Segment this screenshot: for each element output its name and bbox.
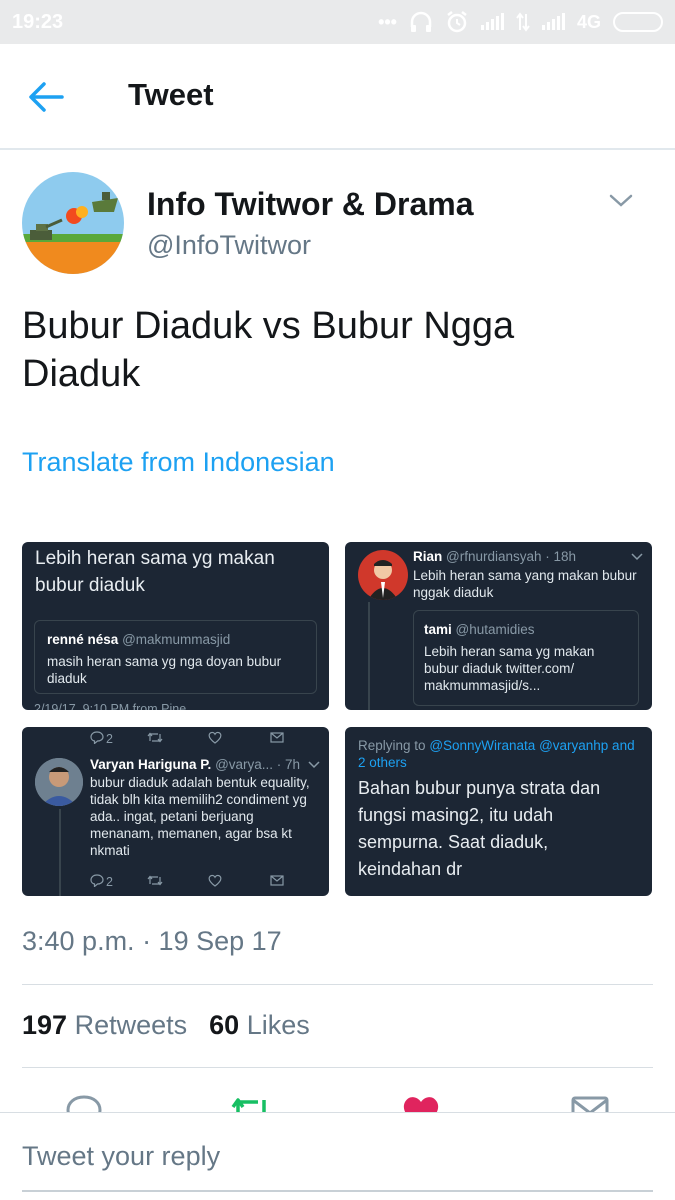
reply-input-underline — [22, 1190, 653, 1192]
quoted-handle: @hutamidies — [455, 622, 535, 637]
action-row-bottom: 2 — [22, 870, 329, 894]
headphones-icon — [409, 11, 433, 33]
retweet-button[interactable] — [230, 1094, 272, 1114]
share-dm-button[interactable] — [570, 1094, 610, 1114]
reply-handle-time: @rfnurdiansyah · 18h — [446, 549, 577, 564]
thread-line — [368, 602, 370, 710]
status-bar: 19:23 ••• 4G — [0, 0, 675, 44]
avatar — [358, 550, 408, 600]
app-header: Tweet — [0, 44, 675, 150]
divider — [22, 984, 653, 985]
quoted-text: Lebih heran sama yg makan bubur diaduk t… — [424, 644, 595, 693]
signal-icon-2 — [541, 13, 565, 30]
alarm-icon — [445, 10, 469, 34]
reply-input[interactable]: Tweet your reply — [22, 1141, 220, 1172]
likes-label: Likes — [246, 1010, 310, 1040]
reply-bar: Tweet your reply — [0, 1112, 675, 1200]
quoted-name: tami — [424, 622, 452, 637]
like-button[interactable] — [401, 1094, 441, 1114]
author-handle[interactable]: @InfoTwitwor — [147, 230, 311, 261]
reply-count: 2 — [106, 875, 113, 889]
data-transfer-icon — [516, 12, 530, 32]
media-image-3[interactable]: 2 Varyan Hariguna P. @varya... · 7h bubu… — [22, 727, 329, 896]
media-image-2[interactable]: Rian @rfnurdiansyah · 18h Lebih heran sa… — [345, 542, 652, 710]
quoted-handle: @makmummasjid — [122, 632, 231, 647]
reply-icon — [90, 874, 104, 887]
chevron-down-icon — [609, 194, 633, 207]
reply-name: Varyan Hariguna P. — [90, 757, 212, 772]
page-title: Tweet — [128, 77, 214, 112]
reply-name: Rian — [413, 549, 443, 564]
tweet-timestamp: 3:40 p.m. · 19 Sep 17 — [22, 926, 282, 956]
reply-text: bubur diaduk adalah bentuk equality, tid… — [90, 775, 310, 858]
back-button[interactable] — [26, 79, 66, 115]
translate-link[interactable]: Translate from Indonesian — [22, 447, 335, 478]
media-image-1[interactable]: Lebih heran sama yg makan bubur diaduk r… — [22, 542, 329, 710]
retweets-count: 197 — [22, 1010, 68, 1040]
reply-icon — [66, 1095, 102, 1114]
reply-icon — [90, 731, 104, 744]
replying-prefix: Replying to — [358, 738, 426, 753]
status-icons: ••• 4G — [378, 10, 663, 34]
action-row-top: 2 — [22, 727, 329, 751]
retweet-icon — [231, 1098, 266, 1114]
reply-handle-time: @varya... · 7h — [215, 757, 301, 772]
chevron-down-icon — [631, 553, 643, 561]
quoted-name: renné nésa — [47, 632, 119, 647]
retweet-icon — [147, 732, 163, 743]
mail-icon — [571, 1096, 609, 1114]
retweets-stat[interactable]: 197 Retweets — [22, 1010, 187, 1040]
quoted-tweet: tami @hutamidies Lebih heran sama yg mak… — [413, 610, 639, 706]
heart-icon — [208, 874, 222, 887]
retweets-label: Retweets — [74, 1010, 188, 1040]
quoted-tweet: renné nésa @makmummasjid masih heran sam… — [34, 620, 317, 694]
likes-count: 60 — [209, 1010, 240, 1040]
retweet-icon — [147, 875, 163, 886]
heart-icon — [208, 731, 222, 744]
reply-button[interactable] — [64, 1094, 104, 1114]
reply-count: 2 — [106, 732, 113, 746]
tweet-options-button[interactable] — [606, 190, 636, 212]
chevron-down-icon — [308, 761, 320, 769]
mail-icon — [270, 732, 284, 743]
likes-stat[interactable]: 60 Likes — [209, 1010, 310, 1040]
reply-text: Lebih heran sama yang makan bubur nggak … — [413, 568, 637, 600]
tweet-text: Bubur Diaduk vs Bubur Ngga Diaduk — [22, 305, 515, 395]
battery-icon — [613, 12, 663, 32]
author-name[interactable]: Info Twitwor & Drama — [147, 186, 474, 223]
screenshot-text: Bahan bubur punya strata dan fungsi masi… — [358, 778, 601, 879]
network-type: 4G — [576, 11, 601, 32]
status-time: 19:23 — [12, 10, 64, 33]
screenshot-footer: 2/19/17, 9:10 PM from Pine — [34, 702, 187, 710]
quoted-text: masih heran sama yg nga doyan bubur diad… — [47, 654, 282, 686]
divider — [22, 1067, 653, 1068]
media-grid: Lebih heran sama yg makan bubur diaduk r… — [22, 542, 652, 896]
heart-icon — [403, 1097, 439, 1114]
action-bar — [0, 1090, 675, 1114]
screenshot-text: Lebih heran sama yg makan bubur diaduk — [35, 548, 275, 596]
avatar[interactable] — [22, 172, 124, 274]
tweet-stats: 197 Retweets 60 Likes — [22, 1010, 310, 1041]
mail-icon — [270, 875, 284, 886]
more-dots-icon: ••• — [378, 11, 397, 32]
media-image-4[interactable]: Replying to @SonnyWiranata @varyanhp and… — [345, 727, 652, 896]
replying-to: Replying to @SonnyWiranata @varyanhp and… — [358, 737, 638, 771]
back-arrow-icon — [29, 82, 64, 112]
signal-icon — [480, 13, 504, 30]
avatar — [35, 758, 83, 806]
